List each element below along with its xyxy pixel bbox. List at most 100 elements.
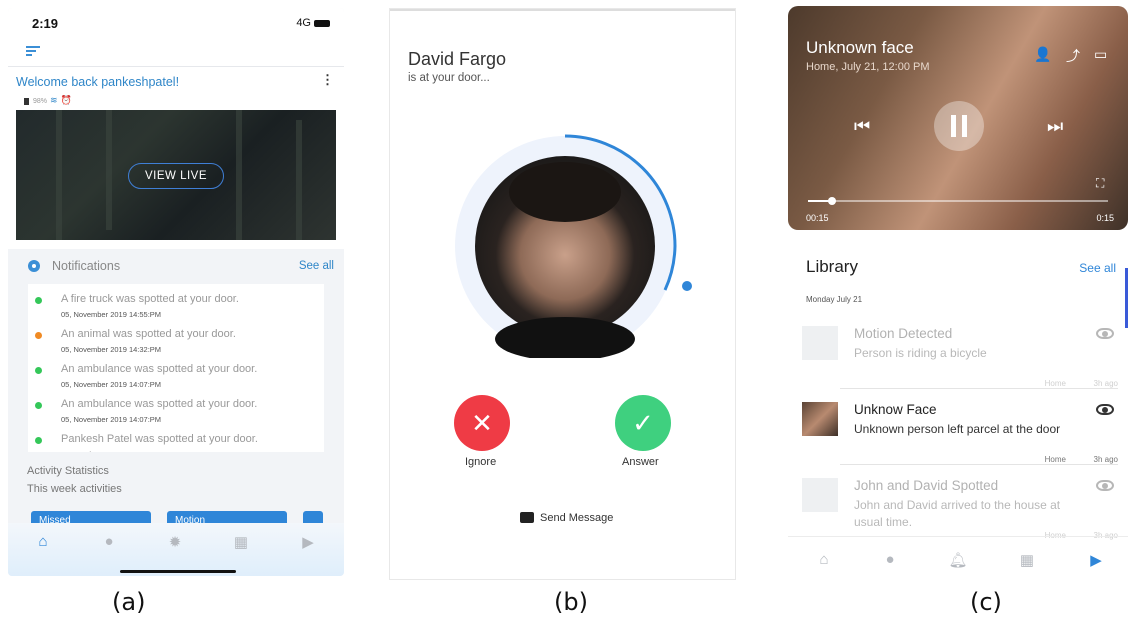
welcome-text: Welcome back pankeshpatel! [16, 75, 180, 89]
library-thumbnail [802, 326, 838, 360]
message-icon [520, 512, 534, 523]
caption-c: (c) [970, 588, 1002, 616]
share-icon[interactable]: ⤴ [1066, 46, 1080, 66]
battery-icon [314, 19, 330, 27]
caption-a: (a) [112, 588, 146, 616]
library-item-location: Home [1044, 455, 1066, 464]
library-item-time: 3h ago [1093, 379, 1118, 388]
notification-date: 05, November 2019 14:07:PM [61, 415, 162, 424]
home-icon[interactable]: ⌂ [33, 533, 53, 553]
close-icon: ✕ [471, 408, 493, 438]
caption-b: (b) [554, 588, 588, 616]
bottom-nav: ⌂ ● 🔔︎ ▦ ▶ [788, 536, 1128, 580]
video-library-icon[interactable]: ▶ [298, 533, 318, 553]
tree-shape [56, 110, 62, 240]
device-status: 98% ≋ ⏰ [24, 95, 72, 106]
library-item-desc: Person is riding a bicycle [854, 346, 987, 360]
chart-icon[interactable]: ▦ [1017, 551, 1037, 571]
answer-button[interactable]: ✓ [615, 395, 671, 451]
caller-name: David Fargo [408, 49, 507, 69]
bell-icon[interactable]: 🔔︎ [948, 551, 968, 571]
status-signal: 4G [296, 17, 330, 29]
person-icon[interactable]: ● [880, 551, 900, 571]
bottom-nav: ⌂ ● ✹ ▦ ▶ [8, 523, 344, 576]
library-title: Library [806, 257, 858, 276]
notifications-title: Notifications [52, 259, 121, 273]
library-item-desc: John and David arrived to the house at u… [854, 498, 1061, 529]
notifications-icon [28, 260, 40, 272]
tree-shape [236, 110, 242, 240]
chart-icon[interactable]: ▦ [231, 533, 251, 553]
ignore-button[interactable]: ✕ [454, 395, 510, 451]
person-icon[interactable]: ● [99, 533, 119, 553]
library-item-title: Unknow Face [854, 402, 937, 417]
notification-item[interactable]: A fire truck was spotted at your door. 05… [28, 290, 324, 325]
video-subtitle: Home, July 21, 12:00 PM [806, 61, 930, 73]
eye-icon[interactable] [1096, 404, 1114, 415]
eye-icon[interactable] [1096, 328, 1114, 339]
tree-shape [296, 120, 302, 240]
notification-date: 05, November 2019 14:32:PM [61, 345, 162, 354]
incoming-visitor-panel: David Fargo is at your door... ✕ Ignore … [389, 8, 736, 580]
end-time: 0:15 [1096, 213, 1114, 223]
check-icon: ✓ [632, 408, 654, 438]
eye-icon[interactable] [1096, 480, 1114, 491]
more-options-icon[interactable]: ⋮ [321, 72, 334, 88]
pause-button[interactable] [934, 101, 984, 151]
ring-progress-knob [682, 281, 692, 291]
library-item-location: Home [1044, 379, 1066, 388]
battery-level-icon [24, 97, 29, 105]
notification-item[interactable]: An animal was spotted at your door. 05, N… [28, 325, 324, 360]
library-item-title: John and David Spotted [854, 478, 999, 493]
library-item[interactable]: Unknow Face Unknown person left parcel at… [802, 402, 1118, 470]
library-panel: Unknown face Home, July 21, 12:00 PM 👤 ⤴… [788, 6, 1128, 580]
home-screen-panel: 2:19 4G Welcome back pankeshpatel! ⋮ 98%… [8, 8, 344, 576]
notification-item[interactable]: An ambulance was spotted at your door. 05… [28, 395, 324, 430]
gear-icon[interactable]: ✹ [165, 533, 185, 553]
send-message-button[interactable]: Send Message [520, 512, 613, 524]
view-live-button[interactable]: VIEW LIVE [128, 163, 224, 189]
library-thumbnail [802, 402, 838, 436]
library-thumbnail [802, 478, 838, 512]
see-all-link[interactable]: See all [299, 260, 334, 272]
status-bar: 2:19 4G [8, 8, 344, 38]
progress-knob[interactable] [828, 197, 836, 205]
date-label: Monday July 21 [806, 295, 863, 304]
status-dot-icon [35, 332, 42, 339]
week-activities-label: This week activities [27, 483, 122, 495]
menu-icon[interactable] [26, 46, 40, 56]
status-dot-icon [35, 402, 42, 409]
cast-icon[interactable]: ▭ [1094, 46, 1107, 63]
network-label: 4G [296, 17, 311, 29]
notification-item[interactable]: Pankesh Patel was spotted at your door. 2… [28, 430, 324, 452]
fullscreen-icon[interactable]: ⛶ [1096, 176, 1104, 191]
answer-label: Answer [622, 456, 659, 468]
video-progress-bar[interactable] [808, 197, 1108, 205]
see-all-link[interactable]: See all [1079, 261, 1116, 275]
tree-shape [106, 110, 112, 230]
notification-text: A fire truck was spotted at your door. [61, 293, 239, 305]
visitor-avatar-ring [455, 134, 692, 358]
next-icon[interactable]: ⏭ [1047, 116, 1063, 137]
previous-icon[interactable]: ⏮ [854, 116, 870, 137]
avatar-hair [509, 162, 621, 222]
video-title: Unknown face [806, 38, 914, 57]
notification-date: 23, October 2019 14:40:PM [61, 450, 153, 452]
welcome-card: Welcome back pankeshpatel! ⋮ 98% ≋ ⏰ VIEW … [8, 67, 344, 249]
top-divider [390, 9, 735, 11]
video-player[interactable]: Unknown face Home, July 21, 12:00 PM 👤 ⤴… [788, 6, 1128, 230]
home-icon[interactable]: ⌂ [814, 551, 834, 571]
notification-item[interactable]: An ambulance was spotted at your door. 05… [28, 360, 324, 395]
person-icon[interactable]: 👤 [1034, 46, 1051, 63]
home-indicator [120, 570, 236, 573]
notification-text: Pankesh Patel was spotted at your door. [61, 433, 258, 445]
row-divider [840, 464, 1118, 465]
live-camera-preview[interactable]: VIEW LIVE [16, 110, 336, 240]
status-dot-icon [35, 367, 42, 374]
notifications-header: Notifications See all [8, 256, 344, 278]
video-library-icon[interactable]: ▶ [1086, 551, 1106, 571]
status-dot-icon [35, 297, 42, 304]
library-item[interactable]: Motion Detected Person is riding a bicycl… [802, 326, 1118, 394]
activity-statistics-title: Activity Statistics [27, 465, 109, 477]
library-item-time: 3h ago [1093, 455, 1118, 464]
